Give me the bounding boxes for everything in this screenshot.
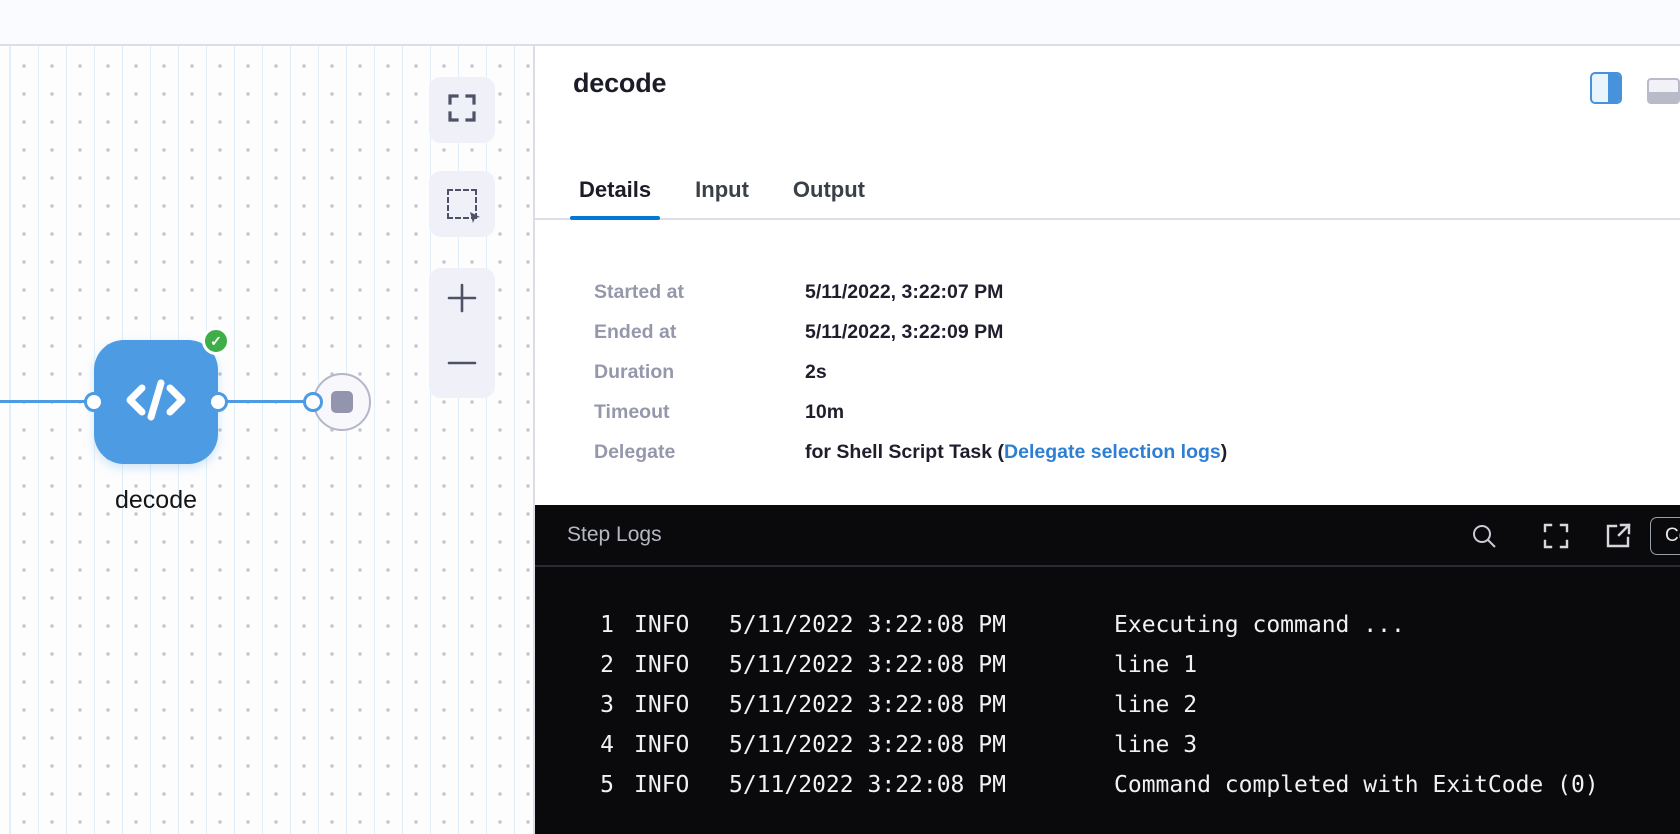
node-label: decode: [56, 486, 256, 515]
log-line-number: 5: [535, 772, 614, 798]
open-external-icon[interactable]: [1604, 522, 1632, 550]
log-message: line 3: [1114, 732, 1197, 758]
copy-logs-button[interactable]: Copy: [1650, 517, 1680, 555]
edge-incoming: [0, 400, 94, 403]
plus-icon: [445, 281, 479, 320]
log-timestamp: 5/11/2022 3:22:08 PM: [729, 732, 1114, 758]
log-level: INFO: [634, 772, 729, 798]
log-line: 1 INFO 5/11/2022 3:22:08 PM Executing co…: [535, 605, 1680, 645]
delegate-selection-logs-link[interactable]: Delegate selection logs: [1004, 441, 1221, 463]
log-timestamp: 5/11/2022 3:22:08 PM: [729, 772, 1114, 798]
log-message: Executing command ...: [1114, 612, 1405, 638]
tab-details[interactable]: Details: [579, 177, 651, 218]
log-message: Command completed with ExitCode (0): [1114, 772, 1599, 798]
step-logs-title: Step Logs: [567, 523, 662, 547]
log-line-number: 1: [535, 612, 614, 638]
log-line: 2 INFO 5/11/2022 3:22:08 PM line 1: [535, 645, 1680, 685]
page-title: decode: [573, 68, 666, 99]
step-details-panel: decode Details Input Output Started at 5…: [533, 46, 1680, 834]
log-timestamp: 5/11/2022 3:22:08 PM: [729, 692, 1114, 718]
tab-output[interactable]: Output: [793, 177, 865, 218]
log-level: INFO: [634, 692, 729, 718]
expand-fullscreen-icon[interactable]: [1542, 522, 1570, 550]
detail-row-duration: Duration 2s: [594, 352, 1640, 392]
detail-row-timeout: Timeout 10m: [594, 392, 1640, 432]
code-icon: [124, 375, 188, 430]
search-icon[interactable]: [1470, 522, 1498, 550]
edge-outgoing: [218, 400, 313, 403]
minus-icon: [445, 346, 479, 385]
split-view-toggle-icon[interactable]: [1590, 72, 1622, 104]
zoom-out-button[interactable]: [429, 333, 495, 398]
log-timestamp: 5/11/2022 3:22:08 PM: [729, 612, 1114, 638]
top-bar: [0, 0, 1680, 46]
canvas-fullscreen-button[interactable]: [429, 77, 495, 143]
step-logs-header: Step Logs Copy: [535, 505, 1680, 567]
detail-row-delegate: Delegate for Shell Script Task (Delegate…: [594, 432, 1640, 472]
step-node-decode[interactable]: [94, 340, 218, 464]
node-port-right[interactable]: [208, 392, 228, 412]
log-level: INFO: [634, 732, 729, 758]
stop-icon: [331, 391, 353, 413]
detail-row-ended-at: Ended at 5/11/2022, 3:22:09 PM: [594, 312, 1640, 352]
log-line-number: 3: [535, 692, 614, 718]
log-line-number: 2: [535, 652, 614, 678]
detail-row-started-at: Started at 5/11/2022, 3:22:07 PM: [594, 272, 1640, 312]
canvas-marquee-select-button[interactable]: [429, 171, 495, 237]
fullscreen-icon: [447, 93, 477, 128]
log-message: line 2: [1114, 692, 1197, 718]
node-port-left[interactable]: [84, 392, 104, 412]
tab-bar: Details Input Output: [535, 162, 1680, 220]
success-check-icon: ✓: [202, 327, 230, 355]
bottom-view-toggle-icon[interactable]: [1647, 78, 1680, 104]
step-logs-panel: Step Logs Copy 1 INFO: [535, 505, 1680, 834]
log-line: 4 INFO 5/11/2022 3:22:08 PM line 3: [535, 725, 1680, 765]
marquee-select-icon: [447, 189, 477, 219]
canvas-zoom-controls: [429, 268, 495, 398]
zoom-in-button[interactable]: [429, 268, 495, 333]
log-line-number: 4: [535, 732, 614, 758]
pipeline-canvas[interactable]: ✓ decode: [0, 46, 533, 834]
log-line: 5 INFO 5/11/2022 3:22:08 PM Command comp…: [535, 765, 1680, 805]
details-list: Started at 5/11/2022, 3:22:07 PM Ended a…: [594, 272, 1640, 472]
end-node-port[interactable]: [303, 392, 323, 412]
tab-input[interactable]: Input: [695, 177, 749, 218]
log-timestamp: 5/11/2022 3:22:08 PM: [729, 652, 1114, 678]
log-message: line 1: [1114, 652, 1197, 678]
log-line: 3 INFO 5/11/2022 3:22:08 PM line 2: [535, 685, 1680, 725]
log-level: INFO: [634, 612, 729, 638]
log-level: INFO: [634, 652, 729, 678]
log-lines[interactable]: 1 INFO 5/11/2022 3:22:08 PM Executing co…: [535, 567, 1680, 805]
